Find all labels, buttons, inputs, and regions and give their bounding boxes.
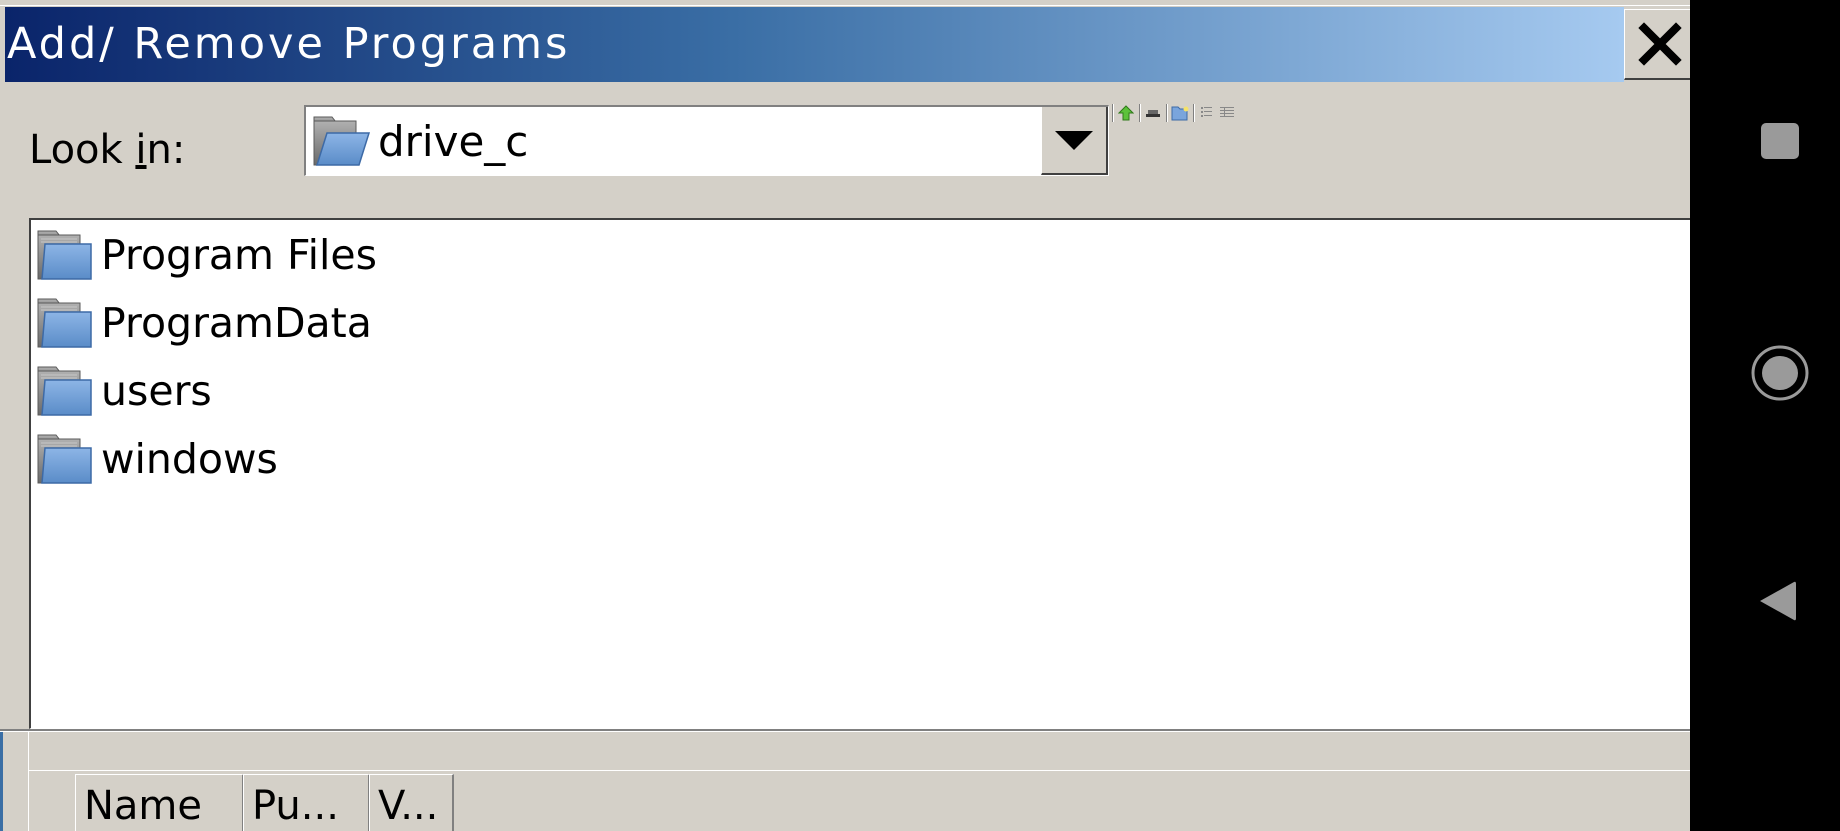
folder-icon bbox=[311, 113, 371, 169]
back-triangle-icon bbox=[1760, 581, 1796, 621]
home-button[interactable] bbox=[1750, 345, 1810, 405]
column-header-version[interactable]: V... bbox=[369, 774, 454, 831]
column-header-name[interactable]: Name bbox=[75, 774, 244, 831]
window-title: Add/ Remove Programs bbox=[7, 19, 571, 69]
look-in-label: Look in: bbox=[29, 127, 185, 173]
background-window-edge bbox=[0, 732, 3, 831]
close-button[interactable] bbox=[1624, 9, 1690, 80]
folder-icon bbox=[35, 295, 93, 351]
list-view-icon bbox=[1201, 107, 1212, 117]
folder-icon bbox=[35, 431, 93, 487]
details-view-icon bbox=[1220, 107, 1234, 117]
list-item[interactable]: users bbox=[35, 360, 212, 422]
list-item-name: Program Files bbox=[101, 231, 377, 279]
android-nav-bar bbox=[1690, 0, 1840, 831]
list-item-name: users bbox=[101, 367, 212, 415]
look-in-selected-value: drive_c bbox=[378, 117, 529, 166]
close-x-icon bbox=[1637, 22, 1682, 66]
toolbar-separator bbox=[1139, 104, 1141, 122]
window-top-border bbox=[0, 0, 1690, 6]
look-in-label-text-end: n: bbox=[146, 127, 186, 173]
add-remove-programs-dialog: Add/ Remove Programs Look in: drive_c Pr… bbox=[0, 0, 1690, 831]
folder-icon bbox=[35, 363, 93, 419]
panel-divider bbox=[28, 770, 1690, 771]
list-item[interactable]: Program Files bbox=[35, 224, 377, 286]
file-list[interactable]: Program Files ProgramData users windows bbox=[29, 218, 1690, 729]
list-item[interactable]: ProgramData bbox=[35, 292, 372, 354]
circle-icon bbox=[1751, 345, 1809, 401]
desktop-button[interactable] bbox=[1143, 103, 1163, 123]
folder-icon bbox=[35, 227, 93, 283]
desktop-icon bbox=[1146, 110, 1160, 117]
column-header-publisher[interactable]: Pu... bbox=[243, 774, 370, 831]
toolbar-separator bbox=[1112, 104, 1114, 122]
look-in-label-text: Look bbox=[29, 127, 136, 173]
back-button[interactable] bbox=[1758, 578, 1798, 628]
create-new-folder-button[interactable] bbox=[1170, 103, 1190, 123]
up-arrow-icon bbox=[1118, 105, 1134, 121]
list-item-name: ProgramData bbox=[101, 299, 372, 347]
up-one-level-button[interactable] bbox=[1116, 103, 1136, 123]
triangle-down-icon bbox=[1055, 130, 1093, 150]
look-in-dropdown-button[interactable] bbox=[1041, 107, 1108, 175]
list-view-button[interactable] bbox=[1197, 103, 1217, 123]
look-in-label-mnemonic: i bbox=[135, 127, 147, 173]
title-bar[interactable]: Add/ Remove Programs bbox=[5, 7, 1624, 82]
toolbar-separator bbox=[1166, 104, 1168, 122]
look-in-combobox[interactable]: drive_c bbox=[304, 105, 1109, 176]
list-item-name: windows bbox=[101, 435, 278, 483]
toolbar-separator bbox=[1193, 104, 1195, 122]
details-view-button[interactable] bbox=[1217, 103, 1237, 123]
square-icon bbox=[1761, 123, 1799, 159]
new-folder-icon bbox=[1171, 106, 1189, 121]
list-item[interactable]: windows bbox=[35, 428, 278, 490]
recents-button[interactable] bbox=[1760, 122, 1800, 164]
